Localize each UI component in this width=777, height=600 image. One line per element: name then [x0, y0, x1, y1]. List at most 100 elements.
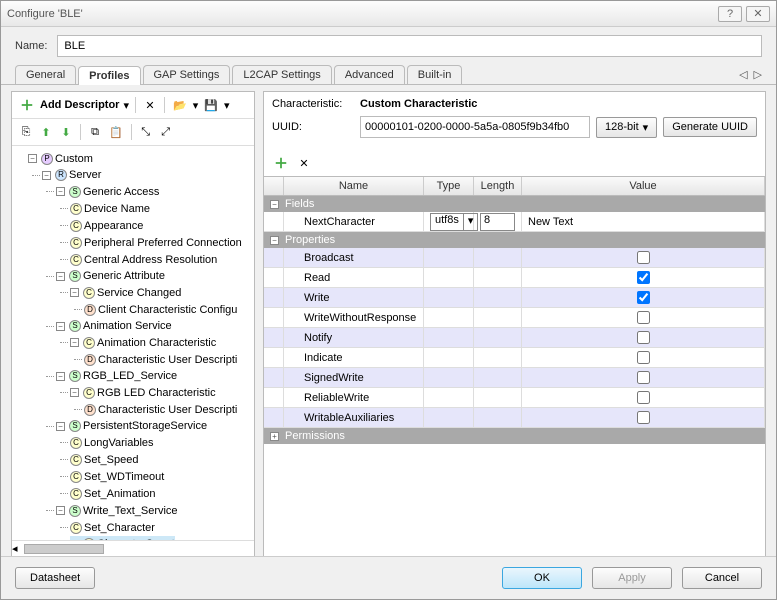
group-toggle[interactable]: + — [270, 432, 279, 441]
uuid-input[interactable] — [360, 116, 590, 138]
collapse-toggle[interactable]: − — [28, 154, 37, 163]
collapse-toggle[interactable]: − — [56, 187, 65, 196]
tree-node[interactable]: Appearance — [84, 218, 143, 234]
tree-node[interactable]: LongVariables — [84, 435, 154, 451]
tree-node-selected[interactable]: CharacterCount — [97, 536, 175, 540]
property-name[interactable]: SignedWrite — [284, 368, 424, 387]
field-type-dropdown[interactable]: utf8s▾ — [430, 213, 478, 231]
tree-node[interactable]: RGB LED Characteristic — [97, 385, 216, 401]
open-dropdown[interactable]: ▾ — [193, 99, 199, 112]
tree-node[interactable]: Custom — [55, 151, 93, 167]
collapse-toggle[interactable]: − — [70, 540, 79, 541]
property-name[interactable]: Write — [284, 288, 424, 307]
tab-l2cap-settings[interactable]: L2CAP Settings — [232, 65, 331, 84]
tab-advanced[interactable]: Advanced — [334, 65, 405, 84]
tree-hscrollbar[interactable]: ◂ — [12, 540, 254, 556]
tree-node[interactable]: Set_Speed — [84, 452, 138, 468]
tabs-scroll-left-icon[interactable]: ◁ — [739, 68, 747, 81]
collapse-toggle[interactable]: − — [70, 288, 79, 297]
tab-general[interactable]: General — [15, 65, 76, 84]
name-input[interactable] — [57, 35, 762, 57]
paste-icon[interactable]: 📋 — [107, 123, 125, 141]
property-name[interactable]: Read — [284, 268, 424, 287]
tree-node[interactable]: Client Characteristic Configu — [98, 302, 237, 318]
group-toggle[interactable]: − — [270, 200, 279, 209]
add-field-icon[interactable] — [272, 154, 290, 172]
save-dropdown[interactable]: ▾ — [224, 99, 230, 112]
property-name[interactable]: Broadcast — [284, 248, 424, 267]
expand-icon[interactable]: ⤡ — [138, 123, 154, 141]
property-checkbox[interactable] — [637, 271, 650, 284]
property-checkbox[interactable] — [637, 351, 650, 364]
tab-gap-settings[interactable]: GAP Settings — [143, 65, 231, 84]
ok-button[interactable]: OK — [502, 567, 582, 589]
collapse-icon[interactable]: ⤢ — [158, 123, 174, 141]
move-down-icon[interactable]: ⬇ — [58, 123, 74, 141]
collapse-toggle[interactable]: − — [70, 388, 79, 397]
uuid-bits-dropdown[interactable]: 128-bit▾ — [596, 117, 657, 138]
tree-node[interactable]: Characteristic User Descripti — [98, 352, 237, 368]
tree-node[interactable]: Set_WDTimeout — [84, 469, 164, 485]
collapse-toggle[interactable]: − — [42, 171, 51, 180]
delete-icon[interactable]: ✕ — [142, 96, 158, 114]
field-value[interactable]: New Text — [522, 212, 765, 231]
tree-node[interactable]: Generic Attribute — [83, 268, 165, 284]
tree-node[interactable]: Animation Characteristic — [97, 335, 216, 351]
property-name[interactable]: Indicate — [284, 348, 424, 367]
collapse-toggle[interactable]: − — [56, 322, 65, 331]
tree-node[interactable]: Generic Access — [83, 184, 159, 200]
apply-button[interactable]: Apply — [592, 567, 672, 589]
delete-field-icon[interactable]: ✕ — [296, 154, 312, 172]
tree-node[interactable]: PersistentStorageService — [83, 418, 207, 434]
property-checkbox[interactable] — [637, 331, 650, 344]
col-length[interactable]: Length — [474, 177, 522, 195]
property-name[interactable]: ReliableWrite — [284, 388, 424, 407]
add-icon[interactable] — [18, 96, 36, 114]
tree-node[interactable]: Service Changed — [97, 285, 181, 301]
tab-profiles[interactable]: Profiles — [78, 66, 140, 85]
tree-node[interactable]: Set_Character — [84, 520, 155, 536]
tab-built-in[interactable]: Built-in — [407, 65, 463, 84]
dropdown-arrow-icon[interactable]: ▾ — [123, 99, 129, 112]
field-name[interactable]: NextCharacter — [284, 212, 424, 231]
add-descriptor-button[interactable]: Add Descriptor — [40, 99, 119, 111]
profile-tree[interactable]: −PCustom −RServer −SGeneric Access CDevi… — [12, 146, 254, 540]
close-button[interactable]: ✕ — [746, 6, 770, 22]
property-checkbox[interactable] — [637, 311, 650, 324]
col-value[interactable]: Value — [522, 177, 765, 195]
property-name[interactable]: WriteWithoutResponse — [284, 308, 424, 327]
property-checkbox[interactable] — [637, 411, 650, 424]
cancel-button[interactable]: Cancel — [682, 567, 762, 589]
move-up-icon[interactable]: ⬆ — [38, 123, 54, 141]
property-checkbox[interactable] — [637, 371, 650, 384]
group-toggle[interactable]: − — [270, 236, 279, 245]
help-button[interactable]: ? — [718, 6, 742, 22]
tree-node[interactable]: Animation Service — [83, 318, 172, 334]
datasheet-button[interactable]: Datasheet — [15, 567, 95, 589]
generate-uuid-button[interactable]: Generate UUID — [663, 117, 757, 137]
tree-node[interactable]: Central Address Resolution — [84, 252, 217, 268]
collapse-toggle[interactable]: − — [56, 506, 65, 515]
tree-node[interactable]: Peripheral Preferred Connection — [84, 235, 242, 251]
property-checkbox[interactable] — [637, 391, 650, 404]
col-type[interactable]: Type — [424, 177, 474, 195]
save-icon[interactable]: 💾 — [202, 96, 220, 114]
copy-icon[interactable]: ⧉ — [87, 123, 103, 141]
tree-node[interactable]: Device Name — [84, 201, 150, 217]
tree-node[interactable]: Characteristic User Descripti — [98, 402, 237, 418]
col-name[interactable]: Name — [284, 177, 424, 195]
tree-node[interactable]: Set_Animation — [84, 486, 156, 502]
collapse-toggle[interactable]: − — [56, 272, 65, 281]
tree-node[interactable]: Server — [69, 167, 101, 183]
new-item-icon[interactable]: ⎘ — [18, 123, 34, 141]
tree-node[interactable]: RGB_LED_Service — [83, 368, 177, 384]
open-folder-icon[interactable]: 📂 — [171, 96, 189, 114]
property-checkbox[interactable] — [637, 251, 650, 264]
collapse-toggle[interactable]: − — [70, 338, 79, 347]
tabs-scroll-right-icon[interactable]: ▷ — [754, 68, 762, 81]
tree-node[interactable]: Write_Text_Service — [83, 503, 178, 519]
property-checkbox[interactable] — [637, 291, 650, 304]
field-length-input[interactable]: 8 — [480, 213, 515, 231]
collapse-toggle[interactable]: − — [56, 422, 65, 431]
property-name[interactable]: WritableAuxiliaries — [284, 408, 424, 427]
